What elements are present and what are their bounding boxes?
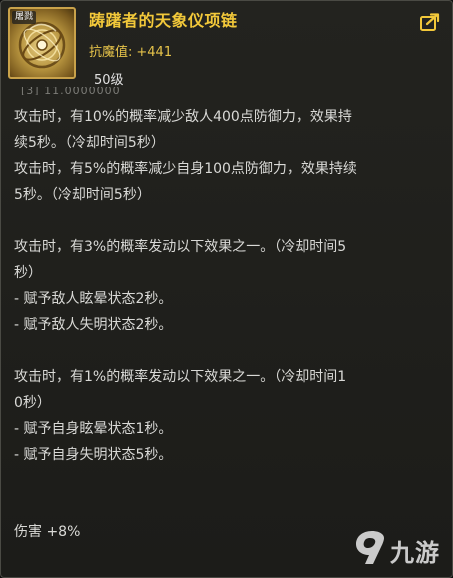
stat-line: 抗魔值: +441 xyxy=(89,41,172,60)
effect-description: 攻击时，有10%的概率减少敌人400点防御力，效果持 续5秒。（冷却时间5秒） … xyxy=(14,104,439,468)
nine-game-logo-icon xyxy=(356,531,384,564)
desc-line: 攻击时，有5%的概率减少自身100点防御力，效果持续 xyxy=(14,161,357,177)
desc-line: 0秒） xyxy=(14,395,51,411)
item-tooltip: 屠戮 踌躇者的天象仪项链 抗魔值: +441 50级 [3] 11.0000000… xyxy=(0,0,453,578)
item-tag: 屠戮 xyxy=(12,11,37,24)
stat-label: 抗魔值: xyxy=(89,45,133,60)
watermark-text: 九游 xyxy=(390,539,440,567)
item-name: 踌躇者的天象仪项链 xyxy=(89,11,238,30)
desc-line: 攻击时，有1%的概率发动以下效果之一。（冷却时间1 xyxy=(14,369,347,385)
item-level: 50级 xyxy=(94,73,124,88)
watermark: 九游 xyxy=(352,527,444,569)
desc-line: 续5秒。（冷却时间5秒） xyxy=(14,135,165,151)
stat-value: +441 xyxy=(136,45,173,60)
truncated-line: [3] 11.0000000 xyxy=(21,87,121,95)
desc-line: - 赋予自身失明状态5秒。 xyxy=(14,447,173,463)
desc-line: - 赋予敌人失明状态2秒。 xyxy=(14,317,173,333)
item-icon[interactable]: 屠戮 xyxy=(8,7,76,79)
export-icon xyxy=(420,13,440,31)
desc-line: 5秒。（冷却时间5秒） xyxy=(14,187,151,203)
export-button[interactable] xyxy=(420,13,440,31)
desc-line: 攻击时，有3%的概率发动以下效果之一。（冷却时间5 xyxy=(14,239,347,255)
damage-bonus: 伤害 +8% xyxy=(14,524,81,540)
desc-line: 攻击时，有10%的概率减少敌人400点防御力，效果持 xyxy=(14,109,352,125)
desc-line: - 赋予敌人眩晕状态2秒。 xyxy=(14,291,173,307)
desc-line: - 赋予自身眩晕状态1秒。 xyxy=(14,421,173,437)
desc-line: 秒） xyxy=(14,265,42,281)
